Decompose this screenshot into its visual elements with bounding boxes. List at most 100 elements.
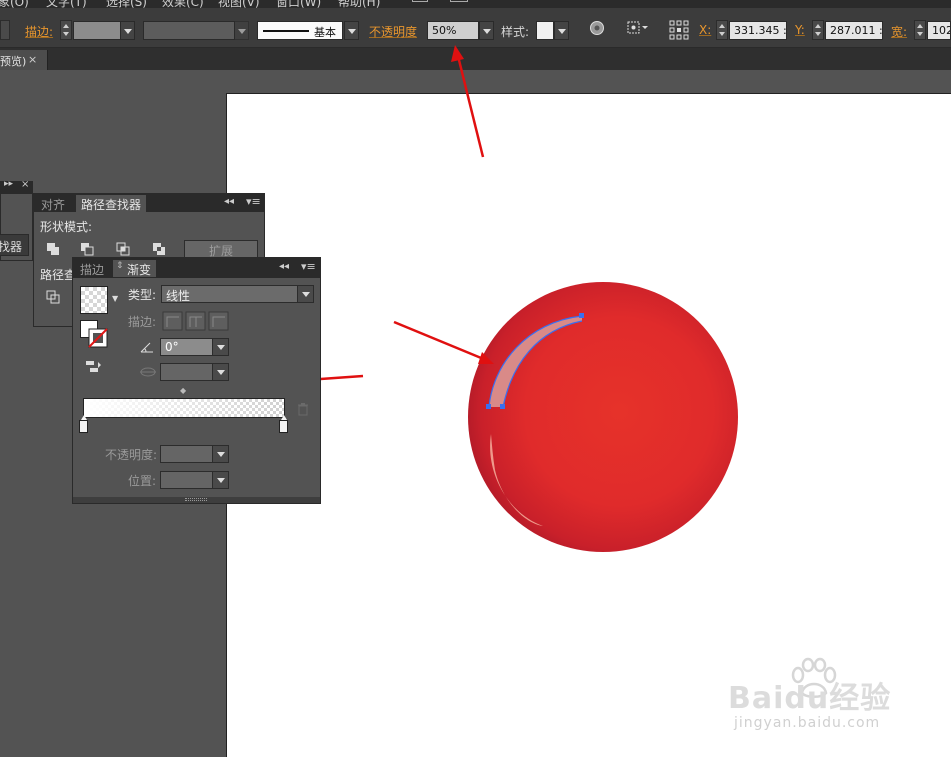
- divide-icon[interactable]: [46, 290, 60, 304]
- variable-width-dropdown[interactable]: [234, 21, 249, 40]
- opacity-dropdown[interactable]: [479, 21, 494, 40]
- menu-item-view[interactable]: 视图(V): [218, 0, 260, 8]
- anchor-point[interactable]: [486, 404, 491, 409]
- collapsed-panel-header[interactable]: ▸▸ ×: [1, 179, 32, 194]
- angle-icon: [140, 342, 153, 353]
- x-label[interactable]: X:: [699, 23, 711, 37]
- opacity-field[interactable]: 50%: [427, 21, 479, 40]
- stop-opacity-label: 不透明度:: [105, 448, 158, 462]
- collapse-icon[interactable]: ◂◂: [224, 196, 234, 207]
- menu-item-object[interactable]: 象(O): [0, 0, 29, 8]
- menu-item-help[interactable]: 帮助(H): [338, 0, 380, 8]
- reference-point-icon[interactable]: [668, 20, 690, 42]
- tab-stroke[interactable]: 描边: [75, 260, 109, 277]
- menu-item-window[interactable]: 窗口(W): [276, 0, 321, 8]
- menu-item-effect[interactable]: 效果(C): [162, 0, 204, 8]
- minus-front-icon[interactable]: [80, 242, 94, 256]
- y-stepper[interactable]: [812, 20, 824, 40]
- arrange-documents-icon[interactable]: [450, 0, 468, 2]
- fill-stroke-swatch[interactable]: [80, 320, 110, 350]
- tab-gradient-label: 渐变: [127, 263, 152, 277]
- chevron-down-icon[interactable]: [297, 286, 313, 302]
- red-ball[interactable]: [468, 282, 738, 552]
- chevron-down-icon[interactable]: [212, 472, 228, 488]
- document-tab[interactable]: 预览) ×: [0, 50, 48, 70]
- gradient-stop-right[interactable]: [279, 415, 288, 433]
- control-bar: 描边: 基本 不透明度 50% 样式: X: 331.345 : Y: 287.…: [0, 8, 951, 48]
- stroke-weight-dropdown[interactable]: [120, 21, 135, 40]
- aspect-ratio-field[interactable]: [160, 363, 229, 381]
- menu-item-select[interactable]: 选择(S): [106, 0, 147, 8]
- gradient-panel: 描边 ⇕ 渐变 ◂◂ ▾≡ ▼ 类型: 线性 描边: 0° ◆ 不透明度: 位置: [72, 257, 321, 504]
- stroke-gradient-label: 描边:: [128, 315, 157, 329]
- reverse-gradient-icon[interactable]: [85, 360, 103, 374]
- stroke-weight-stepper[interactable]: [60, 20, 72, 40]
- intersect-icon[interactable]: [116, 242, 130, 256]
- graphic-style-dropdown[interactable]: [554, 21, 569, 40]
- stroke-none-icon[interactable]: [88, 328, 108, 348]
- brush-dropdown[interactable]: [344, 21, 359, 40]
- isolate-object-icon[interactable]: [626, 20, 648, 42]
- width-stepper[interactable]: [914, 20, 926, 40]
- tab-align[interactable]: 对齐: [36, 195, 70, 212]
- anchor-point[interactable]: [579, 313, 584, 318]
- stop-opacity-field[interactable]: [160, 445, 229, 463]
- stop-location-field[interactable]: [160, 471, 229, 489]
- gradient-slider[interactable]: [83, 398, 285, 418]
- panel-menu-icon[interactable]: ▾≡: [301, 260, 316, 273]
- y-field[interactable]: 287.011 :: [825, 21, 883, 40]
- stroke-gradient-buttons[interactable]: [162, 311, 230, 331]
- y-label[interactable]: Y:: [795, 23, 805, 37]
- bridge-icon[interactable]: [412, 0, 428, 2]
- aspect-ratio-icon: [140, 367, 156, 377]
- pathfinder-shortcut-button[interactable]: 找器: [0, 234, 29, 256]
- width-field[interactable]: 102: [927, 21, 951, 40]
- exclude-icon[interactable]: [152, 242, 166, 256]
- expand-icon[interactable]: ▸▸: [4, 179, 13, 189]
- x-field[interactable]: 331.345 :: [729, 21, 787, 40]
- sort-icon: ⇕: [116, 261, 124, 271]
- gradient-type-select[interactable]: 线性: [161, 285, 314, 303]
- width-label[interactable]: 宽:: [891, 23, 907, 40]
- gradient-fill-swatch[interactable]: [80, 286, 108, 314]
- chevron-down-icon[interactable]: [212, 339, 228, 355]
- style-label: 样式:: [501, 25, 530, 39]
- close-icon[interactable]: ×: [28, 53, 37, 66]
- opacity-label[interactable]: 不透明度: [369, 23, 417, 40]
- gradient-stop-left[interactable]: [79, 415, 88, 433]
- expand-button[interactable]: 扩展: [184, 240, 258, 258]
- artwork: [468, 282, 738, 552]
- close-icon[interactable]: ×: [21, 179, 29, 190]
- fill-color-dropdown[interactable]: [0, 20, 10, 40]
- recolor-artwork-icon[interactable]: [586, 20, 608, 42]
- panel-resize-grip[interactable]: [73, 497, 320, 503]
- chevron-down-icon[interactable]: ▼: [112, 294, 118, 303]
- angle-field[interactable]: 0°: [160, 338, 229, 356]
- stroke-label[interactable]: 描边:: [25, 23, 53, 40]
- watermark-brand: Baidu经验: [728, 681, 892, 716]
- variable-width-profile[interactable]: [143, 21, 235, 40]
- tab-pathfinder[interactable]: 路径查找器: [76, 195, 147, 212]
- collapse-icon[interactable]: ◂◂: [279, 261, 289, 272]
- angle-value: 0°: [165, 340, 179, 354]
- graphic-style-swatch[interactable]: [536, 21, 554, 40]
- anchor-point[interactable]: [500, 404, 505, 409]
- watermark-url: jingyan.baidu.com: [734, 715, 881, 731]
- delete-stop-icon[interactable]: [297, 402, 309, 416]
- tab-gradient[interactable]: ⇕ 渐变: [113, 260, 157, 277]
- type-label: 类型:: [128, 288, 157, 302]
- stroke-weight-field[interactable]: [73, 21, 121, 40]
- artboard[interactable]: [226, 93, 951, 757]
- chevron-down-icon[interactable]: [212, 364, 228, 380]
- grip-dots: [185, 498, 207, 501]
- chevron-down-icon[interactable]: [212, 446, 228, 462]
- x-stepper[interactable]: [716, 20, 728, 40]
- brush-definition-field[interactable]: 基本: [257, 21, 343, 40]
- panel-menu-icon[interactable]: ▾≡: [246, 195, 261, 208]
- pathfinders-label: 路径查: [40, 268, 77, 282]
- pathfinder-shortcut-label: 找器: [0, 240, 23, 254]
- pathfinder-panel-header: 对齐 路径查找器 ◂◂ ▾≡: [34, 194, 264, 212]
- unite-icon[interactable]: [46, 242, 60, 256]
- menu-item-type[interactable]: 文字(T): [46, 0, 87, 8]
- midpoint-diamond-icon[interactable]: ◆: [180, 386, 186, 395]
